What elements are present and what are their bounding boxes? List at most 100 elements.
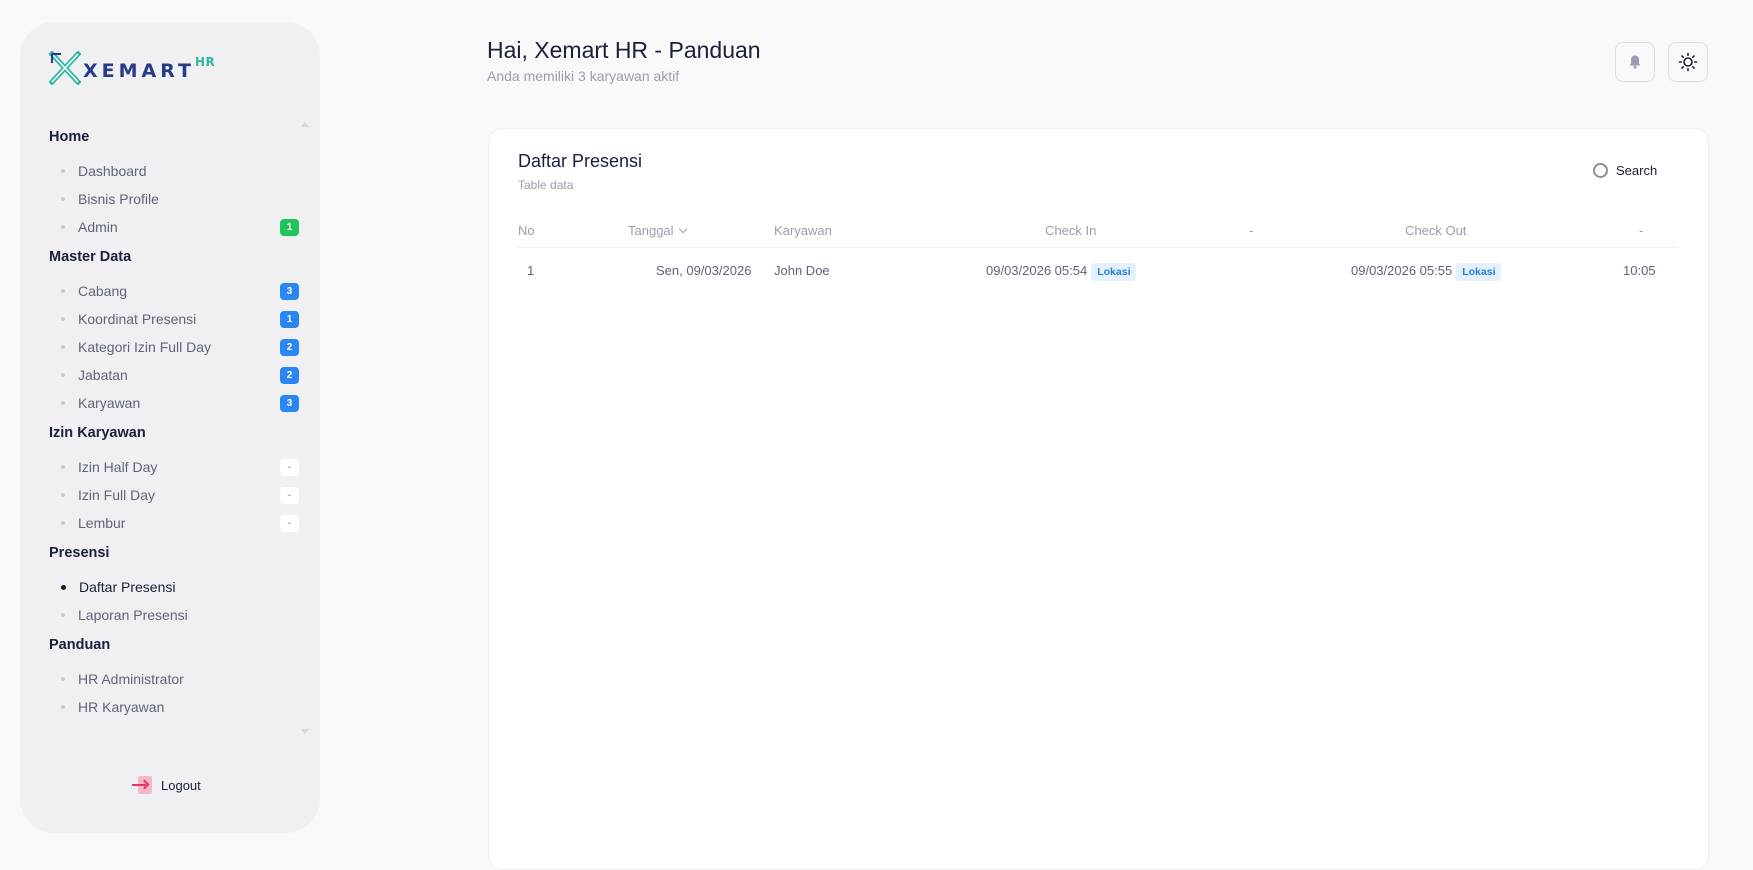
page-title: Hai, Xemart HR - Panduan [487,37,761,63]
sidebar-item-label: Lembur [78,515,126,531]
bullet-icon [61,373,65,377]
count-badge: 2 [280,338,299,356]
bullet-icon [61,493,65,497]
sidebar-item-label: Daftar Presensi [79,579,176,595]
sidebar-item-label: Bisnis Profile [78,191,159,207]
sidebar-item-label: Jabatan [78,367,128,383]
brand-suffix: HR [194,55,216,69]
sidebar-item-admin[interactable]: Admin 1 [49,213,299,241]
bullet-icon [61,584,66,590]
sidebar-item-label: Koordinat Presensi [78,311,197,327]
cell-no: 1 [527,263,535,278]
bullet-icon [61,225,65,229]
search-icon [1593,163,1608,178]
menu-group-panduan: Panduan [49,637,111,653]
sidebar-item-dashboard[interactable]: Dashboard [49,157,299,185]
count-badge: 1 [280,310,299,328]
logout-icon [132,776,152,794]
col-check-in: Check In [1045,223,1097,238]
sidebar-item-kategori-izin[interactable]: Kategori Izin Full Day 2 [49,333,299,361]
bullet-icon [61,317,65,321]
logout-button[interactable]: Logout [132,776,201,794]
page-subtitle: Anda memiliki 3 karyawan aktif [487,68,680,84]
bullet-icon [61,465,65,469]
count-badge: 1 [280,218,299,236]
notifications-button[interactable] [1615,42,1655,82]
sidebar-item-karyawan[interactable]: Karyawan 3 [49,389,299,417]
count-badge: - [280,458,299,476]
col-no: No [518,223,535,238]
bullet-icon [61,521,65,525]
count-badge: 3 [280,282,299,300]
col-dash-2: - [1639,223,1644,238]
sidebar-item-laporan-presensi[interactable]: Laporan Presensi [49,601,299,629]
sidebar: XEMART HR Home Dashboard Bisnis Profile … [20,22,320,833]
sidebar-item-hr-karyawan[interactable]: HR Karyawan [49,693,299,721]
count-badge: 2 [280,366,299,384]
presensi-card: Daftar Presensi Table data Search No Tan… [488,128,1709,870]
theme-toggle-button[interactable] [1668,42,1708,82]
sidebar-item-label: Kategori Izin Full Day [78,339,212,355]
sidebar-item-izin-half-day[interactable]: Izin Half Day - [49,453,299,481]
sidebar-item-koordinat-presensi[interactable]: Koordinat Presensi 1 [49,305,299,333]
table-row[interactable]: 1 Sen, 09/03/2026 John Doe 09/03/2026 05… [518,257,1678,287]
brand-name: XEMART [83,60,195,82]
cell-duration: 10:05 [1623,263,1656,278]
sidebar-item-label: Dashboard [78,163,147,179]
lokasi-tag[interactable]: Lokasi [1091,263,1137,281]
card-title: Daftar Presensi [518,151,643,171]
sidebar-item-label: Izin Half Day [78,459,158,475]
menu-group-izin-karyawan: Izin Karyawan [49,425,146,441]
sidebar-menu: Home Dashboard Bisnis Profile Admin 1 Mas… [49,129,299,725]
logout-label: Logout [161,777,201,793]
search-button[interactable]: Search [1593,163,1657,178]
check-in-time: 09/03/2026 05:54 [986,263,1088,278]
col-check-out: Check Out [1405,223,1467,238]
bullet-icon [61,289,65,293]
table-header: No Tanggal Karyawan Check In - Check Out… [518,217,1678,248]
menu-group-home: Home [49,129,90,145]
sidebar-item-daftar-presensi[interactable]: Daftar Presensi [49,573,299,601]
col-karyawan: Karyawan [774,223,832,238]
col-tanggal-label: Tanggal [628,223,674,238]
sidebar-item-label: Laporan Presensi [78,607,188,623]
sidebar-item-label: Karyawan [78,395,141,411]
sidebar-item-lembur[interactable]: Lembur - [49,509,299,537]
sun-icon [1678,52,1698,72]
sidebar-item-jabatan[interactable]: Jabatan 2 [49,361,299,389]
sidebar-item-cabang[interactable]: Cabang 3 [49,277,299,305]
count-badge: 3 [280,394,299,412]
cell-tanggal: Sen, 09/03/2026 [656,263,752,278]
sidebar-item-label: HR Karyawan [78,699,165,715]
bullet-icon [61,677,65,681]
col-tanggal[interactable]: Tanggal [628,223,687,238]
menu-group-presensi: Presensi [49,545,110,561]
sort-chevron-icon [678,224,687,234]
brand-logo[interactable]: XEMART HR [49,51,215,85]
bell-icon [1629,55,1641,69]
cell-karyawan: John Doe [774,263,830,278]
lokasi-tag[interactable]: Lokasi [1456,263,1502,281]
bullet-icon [61,197,65,201]
count-badge: - [280,486,299,504]
col-dash-1: - [1249,223,1254,238]
sidebar-item-izin-full-day[interactable]: Izin Full Day - [49,481,299,509]
sidebar-item-bisnis-profile[interactable]: Bisnis Profile [49,185,299,213]
search-label: Search [1616,163,1658,178]
sidebar-item-label: Izin Full Day [78,487,156,503]
bullet-icon [61,401,65,405]
card-subtitle: Table data [518,178,574,192]
bullet-icon [61,169,65,173]
sidebar-item-hr-administrator[interactable]: HR Administrator [49,665,299,693]
sidebar-item-label: Cabang [78,283,128,299]
bullet-icon [61,613,65,617]
sidebar-item-label: Admin [78,219,118,235]
bullet-icon [61,705,65,709]
scroll-down-arrow-icon[interactable] [301,729,309,734]
cell-check-out: 09/03/2026 05:55 Lokasi [1351,263,1502,281]
xemart-logo-icon [49,51,81,85]
sidebar-item-label: HR Administrator [78,671,184,687]
count-badge: - [280,514,299,532]
menu-group-master-data: Master Data [49,249,132,265]
scroll-up-arrow-icon[interactable] [301,122,309,127]
